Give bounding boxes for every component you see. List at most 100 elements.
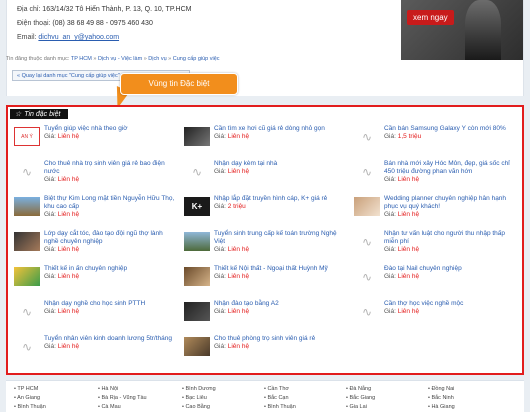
special-listing-item[interactable] [350,335,520,370]
breadcrumb-item[interactable]: Cung cấp giúp việc [173,56,220,62]
no-image-placeholder-icon[interactable]: ∿ [354,232,380,251]
listing-title-link[interactable]: Nhận đào tạo bằng A2 [214,300,346,308]
special-listing-item[interactable]: Thiết kế in ấn chuyên nghiệp Giá: Liên hệ [10,265,180,300]
listing-title-link[interactable]: Đào tại Nail chuyên nghiệp [384,265,516,273]
listing-price: Giá: Liên hệ [214,168,346,176]
special-tag: ☆ Tin đặc biệt [10,109,69,119]
special-listing-item[interactable]: K+ Nhập lắp đặt truyền hình cáp, K+ giá r… [180,195,350,230]
special-listing-item[interactable]: Biệt thự Kim Long mặt tiền Nguyễn Hữu Th… [10,195,180,230]
footer-location-link[interactable]: • Bắc Ninh [428,394,455,403]
footer-location-link[interactable]: • Đồng Nai [428,385,455,394]
footer-location-link[interactable]: • Bình Dương [182,385,216,394]
special-listing-item[interactable]: ∿ Nhận dạy nghề cho học sinh PTTH Giá: Liê… [10,300,180,335]
no-image-placeholder-icon[interactable]: ∿ [354,267,380,286]
no-image-placeholder-icon[interactable]: ∿ [354,127,380,146]
listing-title-link[interactable]: Biệt thự Kim Long mặt tiền Nguyễn Hữu Th… [44,195,176,211]
price-value: Liên hệ [57,246,80,253]
listing-title-link[interactable]: Wedding planner chuyên nghiệp hân hạnh p… [384,195,516,211]
special-listing-item[interactable]: Lớp dạy cắt tóc, đào tạo đội ngũ thợ làn… [10,230,180,265]
special-listing-item[interactable]: Wedding planner chuyên nghiệp hân hạnh p… [350,195,520,230]
special-listing-item[interactable]: Cần tìm xe hơi cũ giá rẻ dòng nhỏ gọn Giá… [180,125,350,160]
listing-title-link[interactable]: Nhận dạy nghề cho học sinh PTTH [44,300,176,308]
listing-title-link[interactable]: Bán nhà mới xây Hóc Môn, đẹp, giá sốc ch… [384,160,516,176]
promo-view-button[interactable]: xem ngay [407,10,454,25]
listing-thumbnail[interactable] [354,197,380,216]
listing-thumbnail[interactable] [14,197,40,216]
special-tag-label: Tin đặc biệt [24,111,61,118]
special-listing-item[interactable]: Cho thuê phòng trọ sinh viên giá rẻ Giá: … [180,335,350,370]
listing-title-link[interactable]: Cho thuê nhà trọ sinh viên giá rẻ bao đi… [44,160,176,176]
listing-title-link[interactable]: Lớp dạy cắt tóc, đào tạo đội ngũ thợ làn… [44,230,176,246]
breadcrumb-item[interactable]: Dịch vụ [148,56,166,62]
listing-thumbnail[interactable]: AN Ý [14,127,40,146]
special-listing-item[interactable]: ∿ Bán nhà mới xây Hóc Môn, đẹp, giá sốc c… [350,160,520,195]
email-link[interactable]: dichvu_an_y@yahoo.com [38,34,119,41]
special-listing-item[interactable]: Nhận đào tạo bằng A2 Giá: Liên hệ [180,300,350,335]
listing-price: Giá: Liên hệ [44,308,176,316]
footer-location-link[interactable]: • TP HCM [14,385,46,394]
footer-location-link[interactable]: • Cần Thơ [264,385,296,394]
listing-title-link[interactable]: Nhận tư vấn luật cho người thu nhập thấp… [384,230,516,246]
no-image-placeholder-icon[interactable]: ∿ [14,302,40,321]
listing-title-link[interactable]: Thiết kế Nội thất - Ngoại thất Huỳnh Mỹ [214,265,346,273]
listing-title-link[interactable]: Nhận dạy kèm tại nhà [214,160,346,168]
special-listing-item[interactable]: ∿ Cho thuê nhà trọ sinh viên giá rẻ bao đ… [10,160,180,195]
listing-title-link[interactable]: Tuyển giúp việc nhà theo giờ [44,125,176,133]
listing-title-link[interactable]: Cần thợ học việc nghề mộc [384,300,516,308]
breadcrumb-item[interactable]: Dịch vụ - Việc làm [98,56,142,62]
no-image-placeholder-icon[interactable]: ∿ [354,302,380,321]
price-label: Giá: [214,273,226,280]
email-label: Email: [17,34,37,41]
listing-thumbnail[interactable] [184,232,210,251]
listing-title-link[interactable]: Thiết kế in ấn chuyên nghiệp [44,265,176,273]
no-image-placeholder-icon[interactable]: ∿ [184,162,210,181]
footer-location-link[interactable]: • Bạc Liêu [182,394,216,403]
special-listing-item[interactable]: ∿ Cần bán Samsung Galaxy Y còn mới 80% Giá… [350,125,520,160]
listing-thumbnail[interactable] [14,267,40,286]
breadcrumb-item[interactable]: TP HCM [71,56,92,62]
footer-location-link[interactable]: • Bình Thuận [264,403,296,412]
footer-location-link[interactable]: • Cao Bằng [182,403,216,412]
price-label: Giá: [44,246,56,253]
promo-banner[interactable]: xem ngay [401,0,523,60]
footer-location-link[interactable]: • Bắc Cạn [264,394,296,403]
listing-title-link[interactable]: Nhập lắp đặt truyền hình cáp, K+ giá rẻ [214,195,346,203]
listing-title-link[interactable]: Cho thuê phòng trọ sinh viên giá rẻ [214,335,346,343]
no-image-placeholder-icon[interactable]: ∿ [354,162,380,181]
listing-thumbnail[interactable] [184,127,210,146]
special-listing-item[interactable]: ∿ Nhận dạy kèm tại nhà Giá: Liên hệ [180,160,350,195]
footer-location-link[interactable]: • An Giang [14,394,46,403]
special-listing-item[interactable]: ∿ Tuyển nhân viên kinh doanh lương 5tr/th… [10,335,180,370]
no-image-placeholder-icon[interactable]: ∿ [14,162,40,181]
no-image-placeholder-icon[interactable]: ∿ [14,337,40,356]
special-listing-item[interactable]: Thiết kế Nội thất - Ngoại thất Huỳnh Mỹ G… [180,265,350,300]
listing-thumbnail[interactable] [184,337,210,356]
price-value: Liên hệ [227,133,250,140]
footer-location-link[interactable]: • Hà Nội [98,385,147,394]
listing-title-link[interactable]: Tuyển sinh trung cấp kế toán trường Nghệ… [214,230,346,246]
listing-title-link[interactable]: Cần tìm xe hơi cũ giá rẻ dòng nhỏ gọn [214,125,346,133]
listing-thumbnail[interactable] [14,232,40,251]
promo-person-image [465,0,501,60]
footer-location-link[interactable]: • Hà Giang [428,403,455,412]
footer-location-link[interactable]: • Gia Lai [346,403,375,412]
listing-thumbnail[interactable] [184,267,210,286]
listing-price: Giá: Liên hệ [384,176,516,184]
listing-title-link[interactable]: Cần bán Samsung Galaxy Y còn mới 80% [384,125,516,133]
special-listing-item[interactable]: Tuyển sinh trung cấp kế toán trường Nghệ… [180,230,350,265]
listing-title-link[interactable]: Tuyển nhân viên kinh doanh lương 5tr/thá… [44,335,176,343]
listing-thumbnail[interactable] [184,302,210,321]
footer-location-link[interactable]: • Cà Mau [98,403,147,412]
special-listing-item[interactable]: ∿ Cần thợ học việc nghề mộc Giá: Liên hệ [350,300,520,335]
footer-location-link[interactable]: • Đà Nẵng [346,385,375,394]
listing-thumbnail[interactable]: K+ [184,197,210,216]
price-value: Liên hệ [397,273,420,280]
special-listing-item[interactable]: AN Ý Tuyển giúp việc nhà theo giờ Giá: Liê… [10,125,180,160]
price-value: Liên hệ [57,176,80,183]
special-listing-item[interactable]: ∿ Nhận tư vấn luật cho người thu nhập thấ… [350,230,520,265]
footer-location-link[interactable]: • Bình Thuận [14,403,46,412]
footer-location-column: • Đà Nẵng • Bắc Giang • Gia Lai [346,385,375,412]
footer-location-link[interactable]: • Bà Rịa - Vũng Tàu [98,394,147,403]
footer-location-link[interactable]: • Bắc Giang [346,394,375,403]
special-listing-item[interactable]: ∿ Đào tại Nail chuyên nghiệp Giá: Liên hệ [350,265,520,300]
